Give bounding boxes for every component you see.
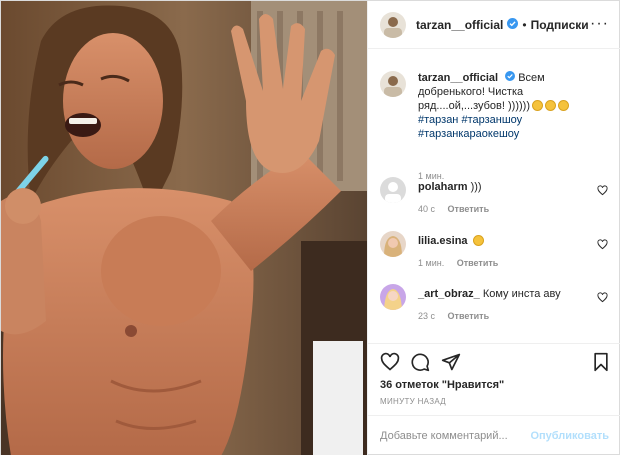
surprised-emoji-icon xyxy=(544,100,556,112)
comment-meta: 23 с Ответить xyxy=(418,311,489,321)
likes-count[interactable]: 36 отметок "Нравится" xyxy=(380,379,504,391)
comment-meta: 40 с Ответить xyxy=(418,204,489,214)
commenter-avatar[interactable] xyxy=(380,284,406,310)
comment-like-icon[interactable] xyxy=(597,185,608,199)
instagram-post: tarzan__official • Подписки ··· tarzan__… xyxy=(0,0,620,455)
comment-text: lilia.esina xyxy=(418,235,484,247)
caption-author-avatar[interactable] xyxy=(380,71,406,97)
save-bookmark-icon[interactable] xyxy=(592,352,610,375)
verified-badge-icon xyxy=(507,17,519,32)
separator-dot: • xyxy=(522,17,527,32)
commenter-avatar[interactable] xyxy=(380,177,406,203)
add-comment-input[interactable]: Добавьте комментарий... xyxy=(380,430,508,442)
following-button[interactable]: Подписки xyxy=(531,18,589,32)
hashtag-link[interactable]: #тарзан xyxy=(418,114,458,126)
caption-username[interactable]: tarzan__official xyxy=(418,72,498,84)
caption-body: tarzan__official Всем добренького! Чистк… xyxy=(418,71,608,141)
comment-like-icon[interactable] xyxy=(597,292,608,306)
comment-username[interactable]: lilia.esina xyxy=(418,235,468,247)
laughing-emoji-icon xyxy=(472,235,484,246)
like-heart-icon[interactable] xyxy=(380,352,400,375)
post-time-ago[interactable]: МИНУТУ НАЗАД xyxy=(380,397,446,406)
comment-meta: 1 мин. Ответить xyxy=(418,258,498,268)
hashtag-link[interactable]: #тарзаншоу xyxy=(461,114,522,126)
post-side-panel: tarzan__official • Подписки ··· tarzan__… xyxy=(367,1,620,455)
hashtag-link[interactable]: #тарзанкараокешоу xyxy=(418,128,519,140)
comment-text: polaharm ))) xyxy=(418,181,482,193)
comment-body: ))) xyxy=(470,181,482,193)
comment-username[interactable]: _art_obraz_ xyxy=(418,288,480,300)
comment-time[interactable]: 23 с xyxy=(418,311,435,321)
comment-username[interactable]: polaharm xyxy=(418,181,468,193)
comment-like-icon[interactable] xyxy=(597,239,608,253)
more-options-icon[interactable]: ··· xyxy=(590,16,609,32)
comment-item: polaharm ))) 40 с Ответить xyxy=(380,177,610,214)
grin-emoji-icon xyxy=(531,100,543,112)
author-avatar[interactable] xyxy=(380,11,406,38)
comment-text: _art_obraz_ Кому инста аву xyxy=(418,288,561,300)
comment-item: _art_obraz_ Кому инста аву 23 с Ответить xyxy=(380,284,610,321)
comment-time[interactable]: 1 мин. xyxy=(418,258,444,268)
caption-verified-icon xyxy=(505,71,516,85)
author-username[interactable]: tarzan__official xyxy=(416,18,503,32)
comment-item: lilia.esina 1 мин. Ответить xyxy=(380,231,610,268)
reply-button[interactable]: Ответить xyxy=(448,311,490,321)
post-header: tarzan__official • Подписки ··· xyxy=(368,1,620,49)
smile-emoji-icon xyxy=(557,100,569,112)
reply-button[interactable]: Ответить xyxy=(448,204,490,214)
share-send-icon[interactable] xyxy=(441,352,461,375)
add-comment-bar: Добавьте комментарий... Опубликовать xyxy=(368,415,620,455)
publish-button[interactable]: Опубликовать xyxy=(530,430,609,442)
comment-bubble-icon[interactable] xyxy=(410,352,430,375)
post-photo[interactable] xyxy=(1,1,367,455)
comment-body: Кому инста аву xyxy=(482,288,561,300)
commenter-avatar[interactable] xyxy=(380,231,406,257)
post-image xyxy=(1,1,367,455)
reply-button[interactable]: Ответить xyxy=(457,258,499,268)
comment-time[interactable]: 40 с xyxy=(418,204,435,214)
comments-section: tarzan__official Всем добренького! Чистк… xyxy=(368,49,620,343)
